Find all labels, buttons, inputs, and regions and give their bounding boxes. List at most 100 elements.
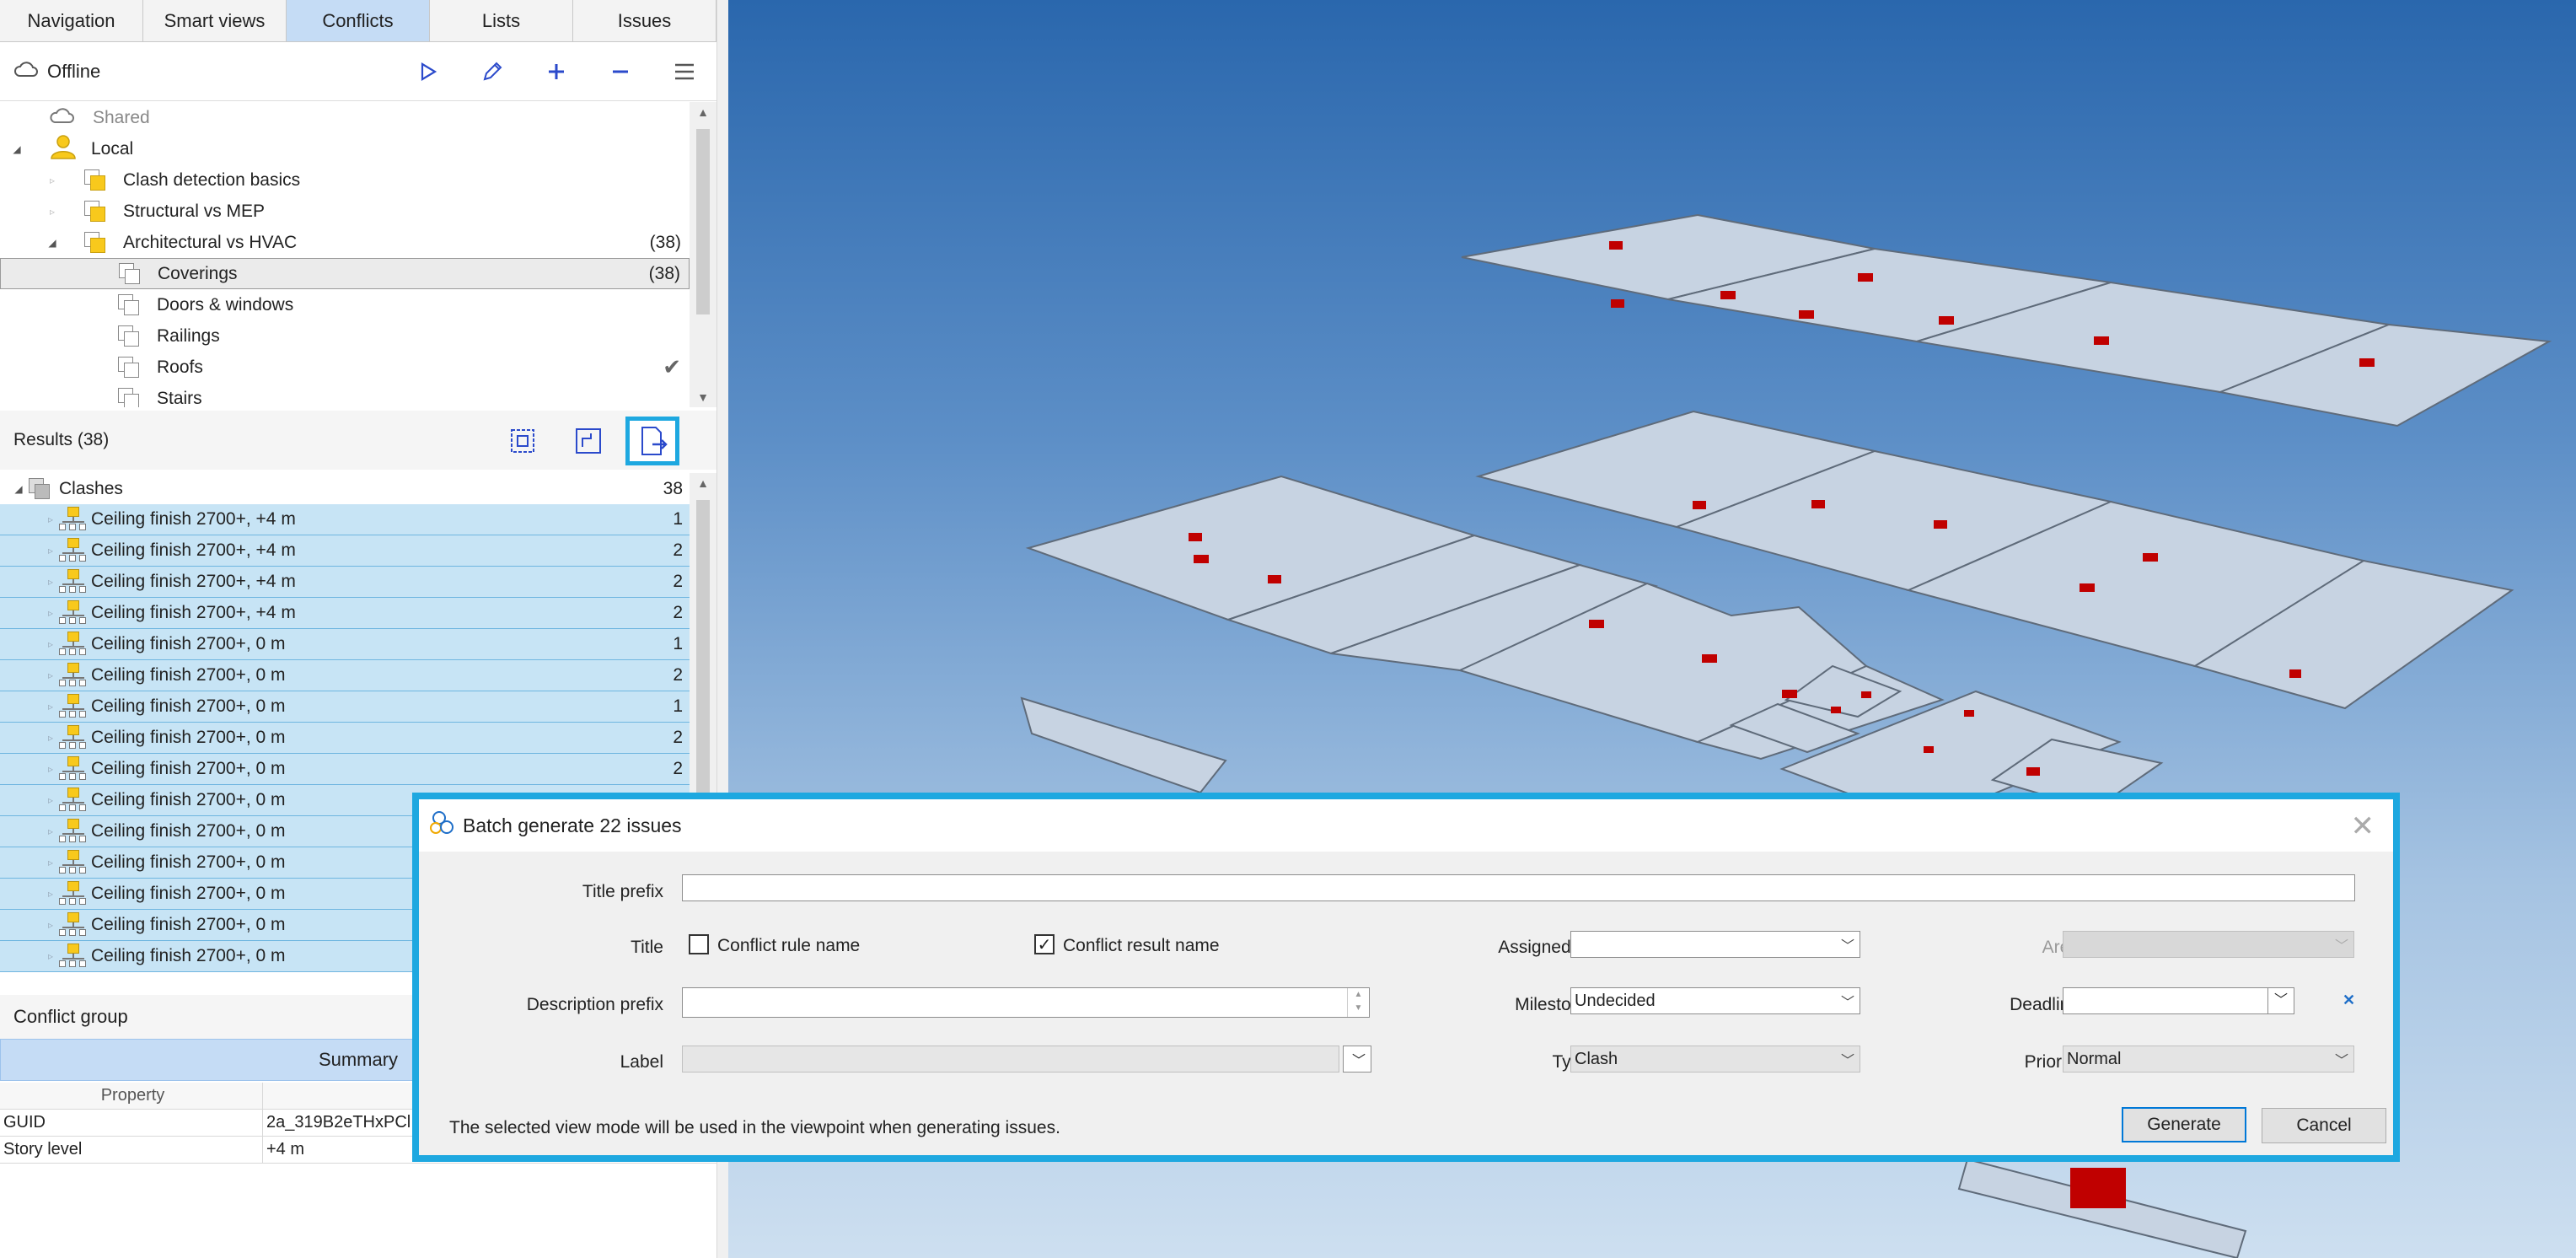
pencil-icon[interactable] [477,56,507,87]
clash-marker[interactable] [1194,555,1209,563]
clash-marker[interactable] [2143,553,2158,562]
expand-arrow-icon[interactable]: ▹ [46,175,59,186]
collapse-arrow-icon[interactable]: ◢ [10,143,24,155]
clash-marker[interactable] [1924,746,1934,753]
result-item[interactable]: ▹ Ceiling finish 2700+, +4 m 1 [0,504,690,535]
milestone-select[interactable]: Undecided ﹀ [1570,987,1860,1014]
tab-smart-views[interactable]: Smart views [143,0,287,41]
clash-marker[interactable] [1189,533,1202,541]
clash-marker[interactable] [1693,501,1706,509]
tree-item-doors-windows[interactable]: Doors & windows [0,289,690,320]
result-item[interactable]: ▹ Ceiling finish 2700+, +4 m 2 [0,598,690,629]
close-icon[interactable]: ✕ [2351,809,2375,843]
clash-marker[interactable] [2289,669,2301,678]
generate-button[interactable]: Generate [2122,1107,2246,1142]
cancel-button[interactable]: Cancel [2262,1108,2386,1143]
expand-arrow-icon[interactable]: ▹ [44,825,57,837]
conflict-rule-name-checkbox[interactable] [689,934,709,954]
label-input[interactable] [682,1046,1339,1073]
tree-item-shared[interactable]: Shared [0,102,690,133]
result-item[interactable]: ▹ Ceiling finish 2700+, 0 m 1 [0,629,690,660]
expand-arrow-icon[interactable]: ▹ [44,545,57,556]
collapse-arrow-icon[interactable]: ◢ [12,483,25,495]
tree-item-local[interactable]: ◢ Local [0,133,690,164]
clash-marker[interactable] [1964,710,1974,717]
scroll-down-icon[interactable]: ▼ [690,390,716,404]
tree-item-structural-vs-mep[interactable]: ▹ Structural vs MEP [0,196,690,227]
tree-item-roofs[interactable]: Roofs ✔ [0,352,690,383]
expand-arrow-icon[interactable]: ▹ [44,513,57,525]
description-prefix-input[interactable]: ▲ ▼ [682,987,1370,1018]
clash-marker[interactable] [1720,291,1736,299]
clash-marker[interactable] [2026,767,2040,776]
expand-arrow-icon[interactable]: ▹ [44,701,57,712]
type-select[interactable]: Clash ﹀ [1570,1046,1860,1073]
clash-marker[interactable] [1799,310,1814,319]
expand-arrow-icon[interactable]: ▹ [44,919,57,931]
label-dropdown-button[interactable]: ﹀ [1343,1046,1371,1073]
clash-marker[interactable] [2070,1168,2126,1208]
clash-marker[interactable] [1831,707,1841,713]
expand-arrow-icon[interactable]: ▹ [46,206,59,218]
clash-marker[interactable] [1858,273,1873,282]
calendar-dropdown-icon[interactable]: ﹀ [2267,987,2294,1014]
expand-arrow-icon[interactable]: ▹ [44,857,57,868]
scroll-thumb[interactable] [696,500,710,804]
clash-marker[interactable] [2359,358,2375,367]
column-header-property[interactable]: Property [0,1083,263,1109]
tree-scrollbar[interactable]: ▲ ▼ [690,102,716,407]
expand-arrow-icon[interactable]: ▹ [44,607,57,619]
expand-arrow-icon[interactable]: ▹ [44,950,57,962]
title-prefix-input[interactable] [682,874,2355,901]
clash-marker[interactable] [1611,299,1624,308]
assigned-to-select[interactable]: ﹀ [1570,931,1860,958]
spin-arrows-icon[interactable]: ▲ ▼ [1347,988,1369,1017]
clash-marker[interactable] [1589,620,1604,628]
tree-item-stairs[interactable]: Stairs [0,383,690,407]
tree-item-clash-detection-basics[interactable]: ▹ Clash detection basics [0,164,690,196]
play-icon[interactable] [413,56,443,87]
menu-icon[interactable] [669,56,700,87]
clash-marker[interactable] [1934,520,1947,529]
scroll-thumb[interactable] [696,129,710,314]
expand-arrow-icon[interactable]: ▹ [44,669,57,681]
conflict-result-name-checkbox[interactable]: ✓ [1034,934,1055,954]
zoom-to-selection-icon[interactable] [504,422,541,460]
tree-item-railings[interactable]: Railings [0,320,690,352]
scroll-up-icon[interactable]: ▲ [690,105,716,119]
expand-arrow-icon[interactable]: ▹ [44,794,57,806]
expand-arrow-icon[interactable]: ▹ [44,888,57,900]
tree-item-architectural-vs-hvac[interactable]: ◢ Architectural vs HVAC (38) [0,227,690,258]
clash-marker[interactable] [2094,336,2109,345]
clash-marker[interactable] [1811,500,1825,508]
result-item[interactable]: ▹ Ceiling finish 2700+, +4 m 2 [0,567,690,598]
tree-item-coverings[interactable]: Coverings (38) [0,258,690,289]
tab-navigation[interactable]: Navigation [0,0,143,41]
clear-deadline-icon[interactable]: ✕ [2343,992,2355,1009]
expand-arrow-icon[interactable]: ▹ [44,763,57,775]
isolate-icon[interactable] [570,422,607,460]
minus-icon[interactable] [605,56,636,87]
clash-marker[interactable] [1939,316,1954,325]
result-item[interactable]: ▹ Ceiling finish 2700+, 0 m 1 [0,691,690,723]
plus-icon[interactable] [541,56,572,87]
clash-marker[interactable] [2080,583,2095,592]
expand-arrow-icon[interactable]: ▹ [44,576,57,588]
collapse-arrow-icon[interactable]: ◢ [46,237,59,249]
scroll-up-icon[interactable]: ▲ [690,476,716,490]
clash-marker[interactable] [1268,575,1281,583]
results-group-clashes[interactable]: ◢ Clashes 38 [0,473,690,504]
tab-conflicts[interactable]: Conflicts [287,0,430,41]
deadline-input[interactable]: ﹀ [2063,987,2294,1014]
expand-arrow-icon[interactable]: ▹ [44,732,57,744]
clash-marker[interactable] [1782,690,1797,698]
clash-marker[interactable] [1861,691,1871,698]
tab-issues[interactable]: Issues [573,0,716,41]
expand-arrow-icon[interactable]: ▹ [44,638,57,650]
priority-select[interactable]: Normal ﹀ [2063,1046,2354,1073]
clash-marker[interactable] [1702,654,1717,663]
clash-marker[interactable] [1609,241,1623,250]
result-item[interactable]: ▹ Ceiling finish 2700+, 0 m 2 [0,754,690,785]
result-item[interactable]: ▹ Ceiling finish 2700+, 0 m 2 [0,723,690,754]
tab-lists[interactable]: Lists [430,0,573,41]
